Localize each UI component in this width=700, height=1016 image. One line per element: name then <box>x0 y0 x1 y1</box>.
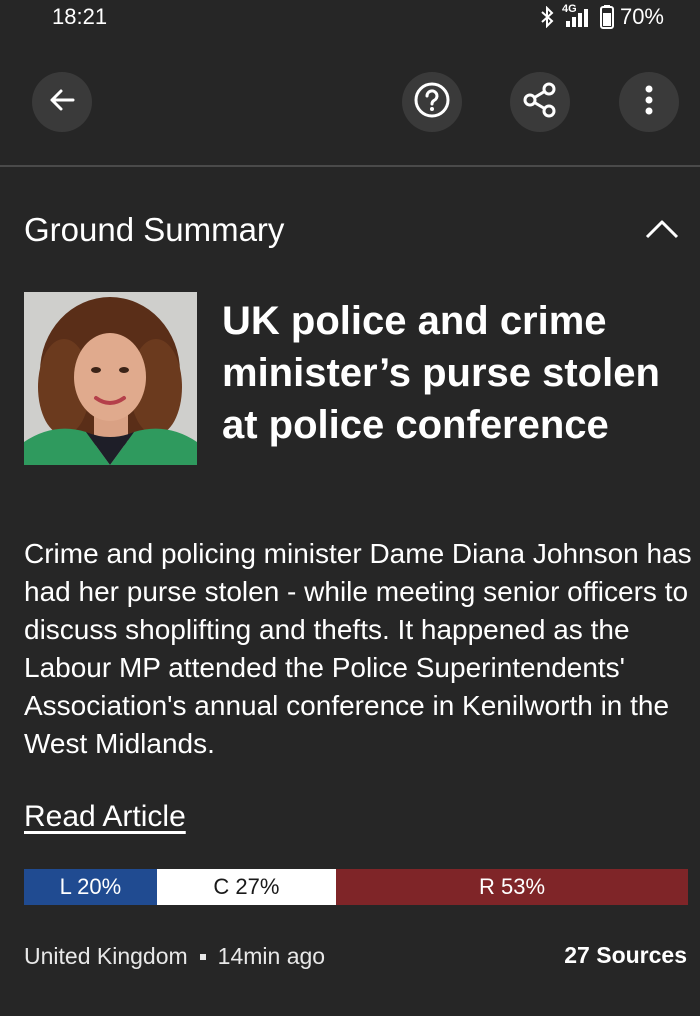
bias-distribution-bar: L 20% C 27% R 53% <box>24 869 688 905</box>
signal-icon: 4G <box>560 3 594 29</box>
network-type-label: 4G <box>561 3 577 15</box>
more-options-button[interactable] <box>619 72 679 132</box>
bias-center-segment: C 27% <box>156 869 337 905</box>
time-ago-label: 14min ago <box>217 943 326 969</box>
collapse-button[interactable] <box>640 213 684 249</box>
header-divider <box>0 165 700 167</box>
battery-percent: 70% <box>619 4 664 29</box>
article-meta: United Kingdom 14min ago <box>24 943 325 970</box>
status-bar: 18:21 4G 70% <box>0 0 700 36</box>
battery-icon <box>599 5 614 29</box>
status-time: 18:21 <box>52 4 108 29</box>
bias-left-segment: L 20% <box>24 869 157 905</box>
sources-count-link[interactable]: 27 Sources <box>564 942 687 969</box>
separator-dot <box>199 953 206 960</box>
more-vertical-icon <box>644 84 654 121</box>
article-headline[interactable]: UK police and crime minister’s purse sto… <box>222 295 682 451</box>
help-button[interactable] <box>402 72 462 132</box>
share-button[interactable] <box>510 72 570 132</box>
bias-right-segment: R 53% <box>336 869 688 905</box>
article-summary: Crime and policing minister Dame Diana J… <box>24 538 692 759</box>
back-button[interactable] <box>32 72 92 132</box>
read-article-link[interactable]: Read Article <box>24 800 186 834</box>
bluetooth-icon <box>540 6 554 28</box>
section-title: Ground Summary <box>24 211 285 248</box>
status-icons: 4G 70% <box>540 3 664 30</box>
arrow-left-icon <box>47 85 77 120</box>
location-label: United Kingdom <box>24 943 188 969</box>
share-icon <box>520 80 560 125</box>
question-circle-icon <box>413 81 451 124</box>
chevron-up-icon <box>644 218 680 245</box>
top-toolbar <box>0 60 700 150</box>
article-photo[interactable] <box>24 292 197 465</box>
